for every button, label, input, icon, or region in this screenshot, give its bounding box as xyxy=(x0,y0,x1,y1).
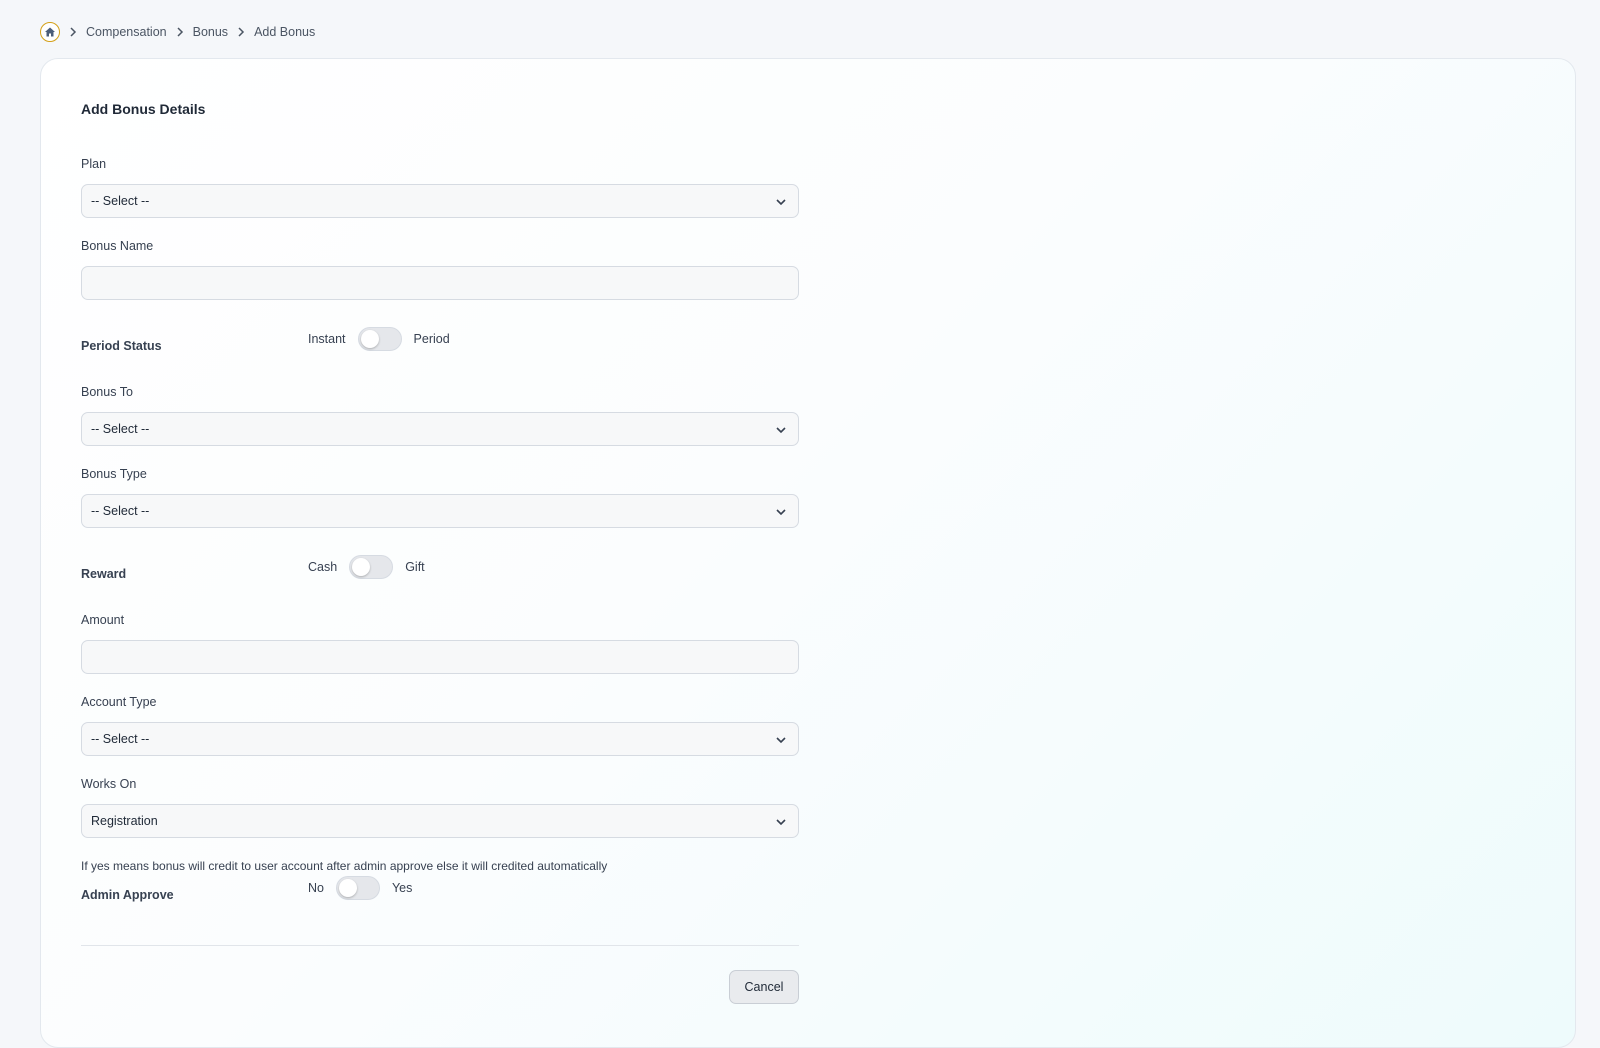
works-on-select-value: Registration xyxy=(91,814,158,828)
page-title: Add Bonus Details xyxy=(81,101,206,117)
bonus-type-select[interactable]: -- Select -- xyxy=(81,494,799,528)
reward-toggle[interactable] xyxy=(349,555,394,579)
account-type-label: Account Type xyxy=(81,695,157,709)
account-type-select-value: -- Select -- xyxy=(91,732,150,746)
bonus-name-label: Bonus Name xyxy=(81,239,154,253)
breadcrumb-add-bonus: Add Bonus xyxy=(254,25,316,39)
breadcrumb: Compensation Bonus Add Bonus xyxy=(40,21,315,43)
breadcrumb-compensation[interactable]: Compensation xyxy=(86,25,167,39)
toggle-knob xyxy=(360,330,379,348)
amount-input[interactable] xyxy=(81,640,799,674)
chevron-down-icon xyxy=(776,737,786,744)
bonus-name-input[interactable] xyxy=(81,266,799,300)
reward-label: Reward xyxy=(81,567,127,581)
add-bonus-card: Add Bonus Details Plan -- Select -- Bonu… xyxy=(40,58,1576,1048)
plan-label: Plan xyxy=(81,157,107,171)
reward-on-label: Gift xyxy=(405,560,425,574)
chevron-right-icon xyxy=(69,27,77,37)
bonus-to-label: Bonus To xyxy=(81,385,133,399)
works-on-label: Works On xyxy=(81,777,137,791)
bonus-to-select-value: -- Select -- xyxy=(91,422,150,436)
admin-approve-toggle-group: No Yes xyxy=(308,876,412,900)
admin-approve-on-label: Yes xyxy=(391,881,413,895)
breadcrumb-bonus[interactable]: Bonus xyxy=(193,25,228,39)
bonus-type-select-value: -- Select -- xyxy=(91,504,150,518)
home-icon[interactable] xyxy=(40,22,60,42)
admin-approve-off-label: No xyxy=(308,881,324,895)
toggle-knob xyxy=(338,879,357,897)
works-on-select[interactable]: Registration xyxy=(81,804,799,838)
bonus-type-label: Bonus Type xyxy=(81,467,147,481)
admin-approve-note: If yes means bonus will credit to user a… xyxy=(81,859,608,873)
period-status-toggle-group: Instant Period xyxy=(308,327,450,351)
toggle-knob xyxy=(352,558,371,576)
period-status-off-label: Instant xyxy=(308,332,346,346)
account-type-select[interactable]: -- Select -- xyxy=(81,722,799,756)
chevron-down-icon xyxy=(776,427,786,434)
chevron-down-icon xyxy=(776,199,786,206)
chevron-down-icon xyxy=(776,509,786,516)
plan-select[interactable]: -- Select -- xyxy=(81,184,799,218)
period-status-label: Period Status xyxy=(81,339,162,353)
period-status-toggle[interactable] xyxy=(357,327,402,351)
chevron-right-icon xyxy=(176,27,184,37)
amount-label: Amount xyxy=(81,613,125,627)
bonus-to-select[interactable]: -- Select -- xyxy=(81,412,799,446)
plan-select-value: -- Select -- xyxy=(91,194,150,208)
reward-off-label: Cash xyxy=(308,560,338,574)
admin-approve-toggle[interactable] xyxy=(335,876,380,900)
period-status-on-label: Period xyxy=(413,332,450,346)
admin-approve-label: Admin Approve xyxy=(81,888,174,902)
form-divider xyxy=(81,945,799,946)
chevron-right-icon xyxy=(237,27,245,37)
reward-toggle-group: Cash Gift xyxy=(308,555,425,579)
cancel-button[interactable]: Cancel xyxy=(729,970,799,1004)
chevron-down-icon xyxy=(776,819,786,826)
